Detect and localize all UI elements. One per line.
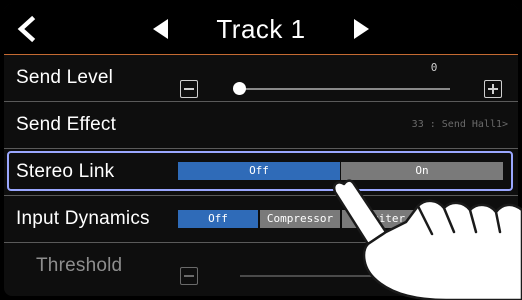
dynamics-gate-button[interactable]: Gate: [424, 210, 504, 228]
track-settings-screen: Track 1 Send Level 0 Send Effect 33 : Se…: [4, 4, 518, 296]
dynamics-off-button[interactable]: Off: [178, 210, 258, 228]
send-level-increase-button[interactable]: [484, 80, 502, 98]
stereo-link-on-button[interactable]: On: [341, 162, 503, 180]
triangle-left-icon: [153, 19, 168, 39]
header-bar: Track 1: [4, 4, 518, 54]
next-track-button[interactable]: [344, 12, 378, 46]
send-effect-value[interactable]: 33 : Send Hall1>: [328, 119, 508, 130]
triangle-right-icon: [354, 19, 369, 39]
send-level-slider-knob[interactable]: [233, 82, 246, 95]
input-dynamics-row: Input Dynamics Off Compressor Limiter Ga…: [4, 196, 518, 243]
send-level-value: 0: [430, 61, 438, 74]
threshold-row: Threshold: [4, 243, 518, 289]
threshold-decrease-button: [180, 267, 198, 285]
send-level-row: Send Level 0: [4, 55, 518, 102]
page-title: Track 1: [216, 14, 306, 44]
threshold-label: Threshold: [36, 255, 123, 276]
send-level-slider[interactable]: [240, 88, 450, 90]
stereo-link-label: Stereo Link: [16, 161, 115, 182]
dynamics-limiter-button[interactable]: Limiter: [342, 210, 422, 228]
dynamics-compressor-button[interactable]: Compressor: [260, 210, 340, 228]
back-button[interactable]: [10, 12, 44, 46]
previous-track-button[interactable]: [144, 12, 178, 46]
input-dynamics-label: Input Dynamics: [16, 208, 150, 229]
send-level-label: Send Level: [16, 67, 114, 88]
threshold-slider: [240, 275, 450, 277]
send-effect-row[interactable]: Send Effect 33 : Send Hall1>: [4, 102, 518, 149]
chevron-left-icon: [17, 15, 36, 43]
stereo-link-off-button[interactable]: Off: [178, 162, 340, 180]
send-effect-label: Send Effect: [16, 114, 117, 135]
stereo-link-row: Stereo Link Off On: [4, 149, 518, 196]
send-level-decrease-button[interactable]: [180, 80, 198, 98]
